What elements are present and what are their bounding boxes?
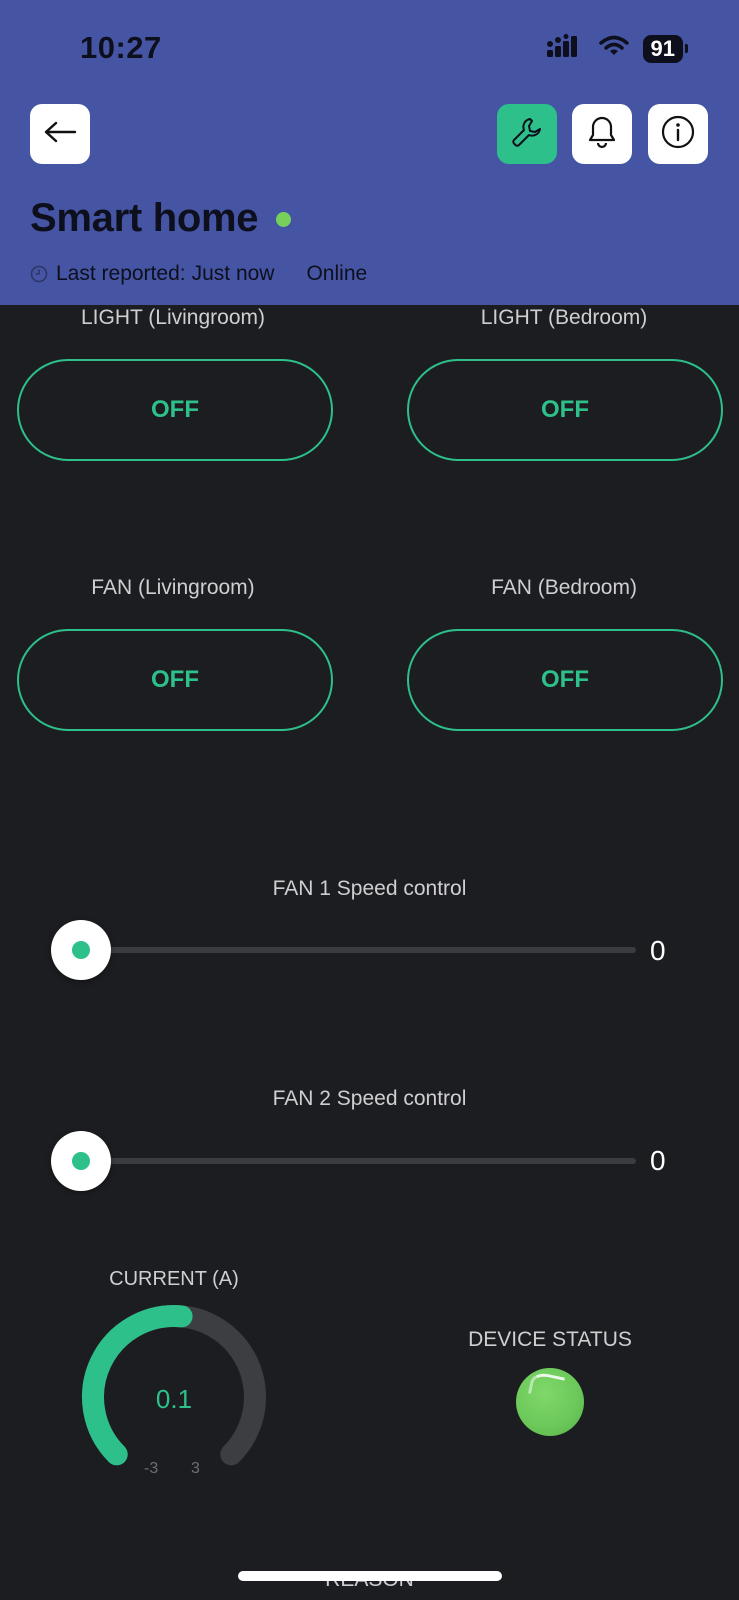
fan2-speed-label: FAN 2 Speed control [272,1087,467,1110]
wrench-icon [510,115,544,154]
light-livingroom-label: LIGHT (Livingroom) [81,306,265,329]
cellular-signal-icon [546,34,585,63]
title-row: Smart home [30,196,292,241]
current-gauge-label: CURRENT (A) [109,1268,239,1290]
connection-status: Online [306,262,368,285]
slider-thumb-dot [72,1152,90,1170]
fan1-speed-thumb[interactable] [51,920,111,980]
fan-livingroom-label: FAN (Livingroom) [91,576,255,599]
back-button[interactable] [30,104,90,164]
device-status-led [516,1368,584,1436]
status-bar-indicators: 91 [546,34,689,63]
battery-indicator: 91 [642,34,689,63]
light-bedroom-label: LIGHT (Bedroom) [480,306,648,329]
notifications-button[interactable] [572,104,632,164]
wifi-icon [598,35,629,62]
light-livingroom-switch[interactable]: OFF [17,359,333,461]
last-reported-value: Just now [191,262,275,285]
status-bar-time: 10:27 [80,30,162,65]
clock-icon [30,265,48,283]
fan2-speed-track[interactable] [80,1158,636,1164]
fan-bedroom-switch[interactable]: OFF [407,629,723,731]
page-title: Smart home [30,196,259,240]
slider-thumb-dot [72,941,90,959]
current-gauge-value: 0.1 [155,1384,193,1414]
fan2-speed-value: 0 [650,1145,666,1176]
bell-icon [587,115,617,154]
device-status-label: DEVICE STATUS [468,1328,632,1351]
settings-button[interactable] [497,104,557,164]
last-reported-label: Last reported: [56,262,186,285]
home-indicator [238,1571,502,1581]
info-button[interactable] [648,104,708,164]
app-header: 10:27 91 Smart home Last reported: Just … [0,0,739,305]
current-gauge-max: 3 [191,1460,200,1477]
fan1-speed-value: 0 [650,935,666,966]
info-icon [661,115,695,154]
fan-bedroom-label: FAN (Bedroom) [491,576,637,599]
arrow-left-icon [43,120,77,149]
fan2-speed-thumb[interactable] [51,1131,111,1191]
fan1-speed-label: FAN 1 Speed control [272,877,467,900]
device-meta: Last reported: Just now Online [30,262,367,286]
current-gauge-min: -3 [144,1460,159,1477]
light-bedroom-switch[interactable]: OFF [407,359,723,461]
fan-livingroom-switch[interactable]: OFF [17,629,333,731]
online-indicator-dot [276,212,292,227]
fan1-speed-track[interactable] [80,947,636,953]
